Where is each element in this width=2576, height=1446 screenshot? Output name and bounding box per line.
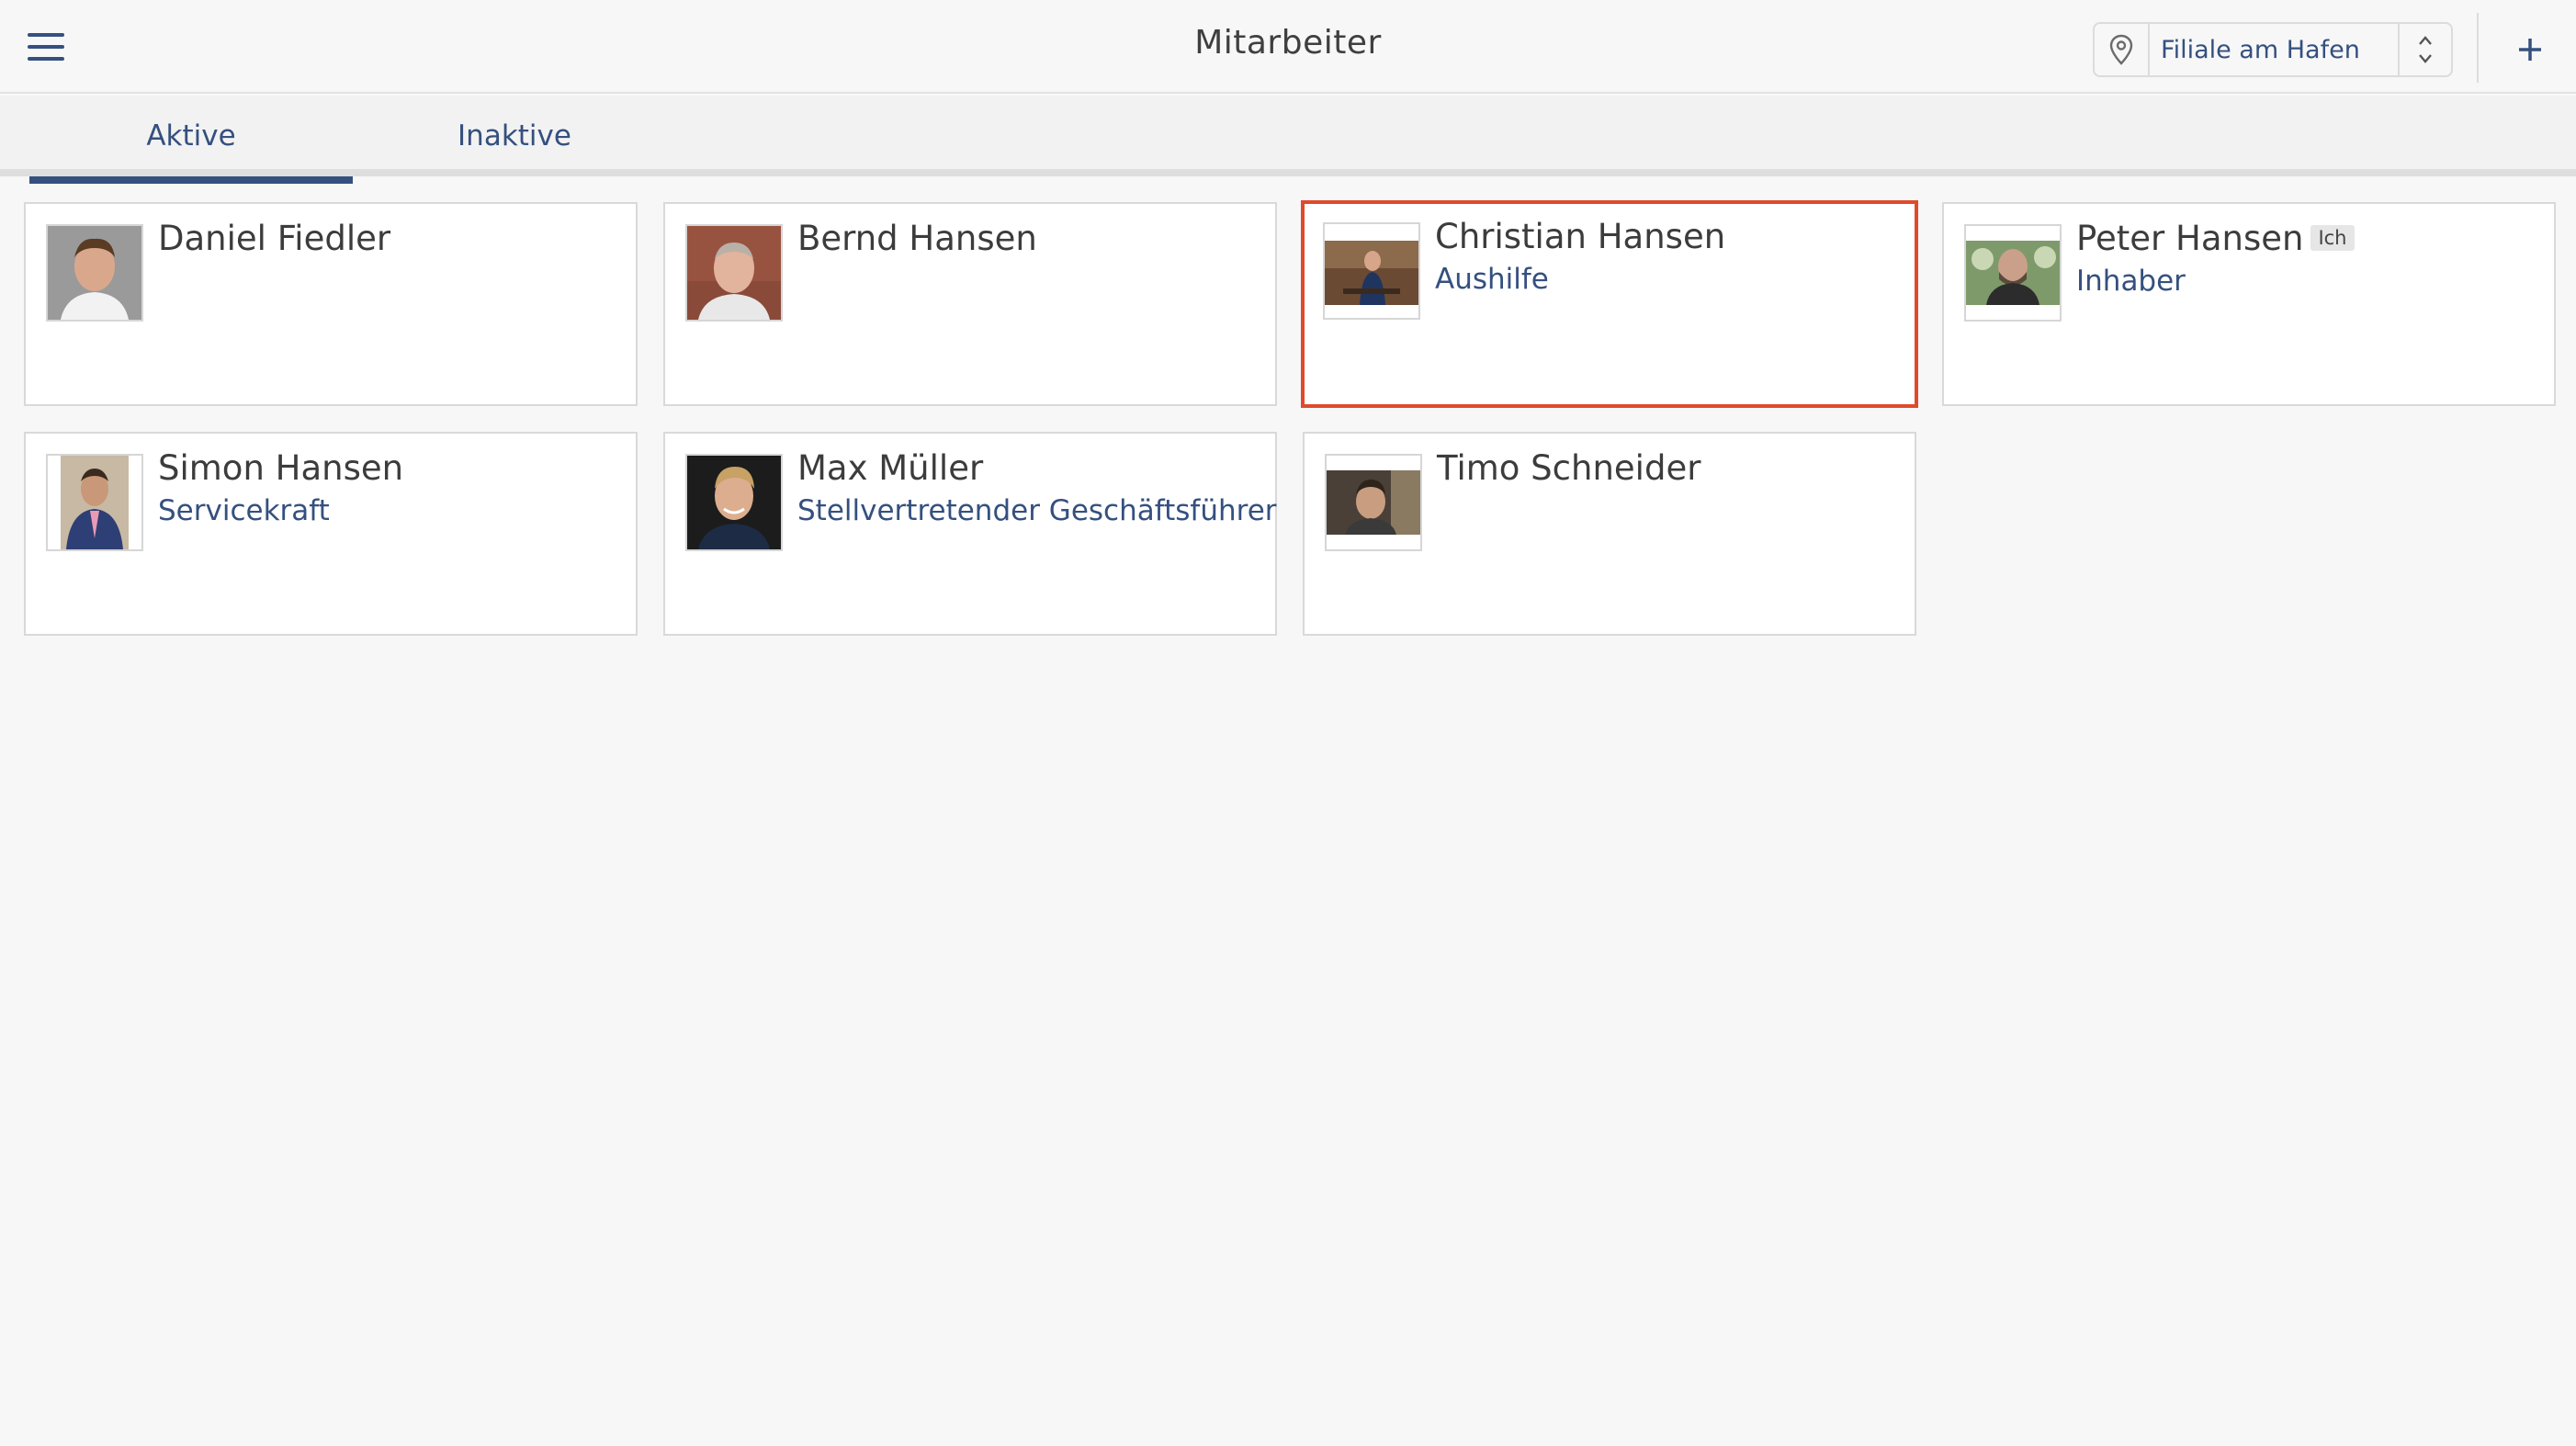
menu-line [28, 45, 64, 49]
employee-name-text: Peter Hansen [2076, 219, 2304, 258]
employee-photo [46, 224, 143, 322]
hamburger-menu-icon[interactable] [22, 28, 70, 66]
employee-name: Christian Hansen [1435, 217, 1726, 256]
employee-name: Peter Hansen Ich [2076, 219, 2355, 258]
employee-photo [1964, 224, 2062, 322]
employee-name: Daniel Fiedler [158, 219, 391, 258]
current-user-badge: Ich [2310, 225, 2355, 251]
employee-card-peter-hansen[interactable]: Peter Hansen Ich Inhaber [1942, 202, 2556, 406]
employee-name: Bernd Hansen [797, 219, 1037, 258]
employee-card-daniel-fiedler[interactable]: Daniel Fiedler [24, 202, 638, 406]
employee-card-bernd-hansen[interactable]: Bernd Hansen [663, 202, 1277, 406]
employee-photo [46, 454, 143, 551]
employee-photo [1325, 454, 1422, 551]
employee-role: Inhaber [2076, 265, 2186, 298]
employee-card-christian-hansen[interactable]: Christian Hansen Aushilfe [1301, 200, 1918, 408]
employee-card-max-mueller[interactable]: Max Müller Stellvertretender Geschäftsfü… [663, 432, 1277, 636]
employee-name: Max Müller [797, 448, 984, 488]
tab-aktive[interactable]: Aktive [29, 96, 353, 184]
header-divider [2477, 13, 2479, 83]
employee-name: Timo Schneider [1437, 448, 1701, 488]
menu-line [28, 57, 64, 61]
tab-bar: Aktive Inaktive [0, 96, 2576, 184]
up-down-chevron-icon[interactable] [2398, 24, 2451, 75]
employee-role: Servicekraft [158, 494, 330, 527]
app-header: Mitarbeiter Filiale am Hafen [0, 0, 2576, 94]
employee-card-simon-hansen[interactable]: Simon Hansen Servicekraft [24, 432, 638, 636]
employee-name: Simon Hansen [158, 448, 404, 488]
employee-photo [1323, 222, 1420, 320]
employee-role: Stellvertretender Geschäftsführer [797, 494, 1277, 527]
menu-line [28, 33, 64, 37]
employee-photo [685, 224, 783, 322]
employee-card-timo-schneider[interactable]: Timo Schneider [1303, 432, 1916, 636]
map-pin-icon [2095, 24, 2150, 75]
location-value: Filiale am Hafen [2161, 35, 2360, 64]
tab-inaktive[interactable]: Inaktive [353, 96, 676, 176]
plus-icon[interactable] [2504, 24, 2556, 75]
location-select[interactable]: Filiale am Hafen [2093, 22, 2453, 77]
employee-role: Aushilfe [1435, 263, 1549, 296]
employee-photo [685, 454, 783, 551]
